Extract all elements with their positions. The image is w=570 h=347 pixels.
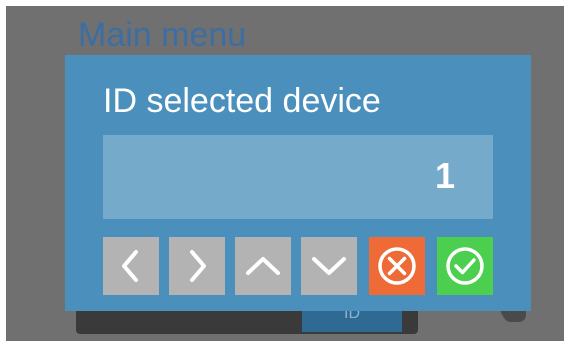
dialog-title: ID selected device <box>103 82 381 120</box>
chevron-down-icon <box>312 257 346 275</box>
chevron-left-icon <box>122 250 138 282</box>
main-menu-title: Main menu <box>78 16 247 54</box>
id-value-field[interactable]: 1 <box>103 135 493 219</box>
right-arrow-button[interactable] <box>169 237 225 295</box>
id-value: 1 <box>434 155 455 196</box>
up-arrow-button[interactable] <box>235 237 291 295</box>
left-arrow-button[interactable] <box>103 237 159 295</box>
id-selection-dialog: ID selected device 1 <box>65 55 531 311</box>
confirm-button[interactable] <box>437 237 493 295</box>
screen: Main menu ID ID selected device 1 <box>6 6 564 341</box>
cancel-button[interactable] <box>369 237 425 295</box>
cancel-circle-icon <box>378 247 416 285</box>
chevron-right-icon <box>190 250 206 282</box>
check-circle-icon <box>446 247 484 285</box>
down-arrow-button[interactable] <box>301 237 357 295</box>
chevron-up-icon <box>246 257 280 275</box>
